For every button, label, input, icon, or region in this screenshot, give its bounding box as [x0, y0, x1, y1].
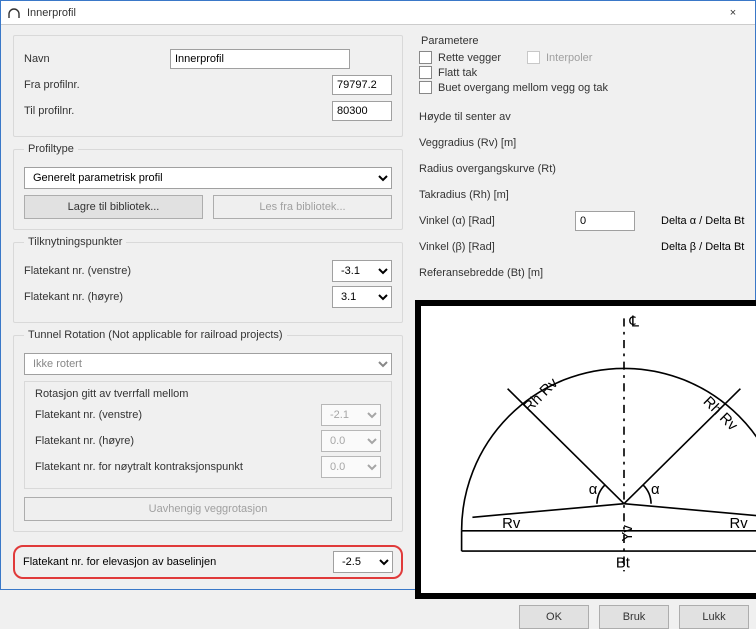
rotation-left-select: -2.1	[321, 404, 381, 426]
save-to-library-button[interactable]: Lagre til bibliotek...	[24, 195, 203, 219]
profiltype-group: Profiltype Generelt parametrisk profil L…	[13, 143, 403, 230]
name-label: Navn	[24, 53, 164, 65]
straight-walls-checkbox[interactable]	[419, 51, 432, 64]
attach-points-group: Tilknytningspunkter Flatekant nr. (venst…	[13, 236, 403, 323]
alpha-label: Vinkel (α) [Rad]	[419, 215, 569, 227]
rotation-group: Tunnel Rotation (Not applicable for rail…	[13, 329, 403, 532]
diagram-frame: ℄ Rh Rv Rh Rv α α Rv Rv Yv Bt	[415, 300, 756, 599]
rh-label: Takradius (Rh) [m]	[419, 189, 569, 201]
title-bar: Innerprofil ×	[1, 1, 755, 25]
to-profile-label: Til profilnr.	[24, 105, 164, 117]
apply-button[interactable]: Bruk	[599, 605, 669, 629]
height-center-label: Høyde til senter av	[419, 111, 569, 123]
rotation-neutral-select: 0.0	[321, 456, 381, 478]
attach-legend: Tilknytningspunkter	[24, 236, 126, 248]
independent-wall-rotation-button: Uavhengig veggrotasjon	[24, 497, 392, 521]
baseline-label: Flatekant nr. for elevasjon av baselinje…	[23, 556, 325, 568]
name-input[interactable]	[170, 49, 350, 69]
delta-beta-label: Delta β / Delta Bt	[661, 241, 756, 253]
straight-walls-label: Rette vegger	[438, 52, 501, 64]
svg-text:α: α	[589, 482, 598, 498]
tunnel-diagram: ℄ Rh Rv Rh Rv α α Rv Rv Yv Bt	[421, 306, 756, 593]
rotation-legend: Tunnel Rotation (Not applicable for rail…	[24, 329, 287, 341]
curved-transition-checkbox[interactable]	[419, 81, 432, 94]
alpha-input[interactable]	[575, 211, 635, 231]
curved-transition-label: Buet overgang mellom vegg og tak	[438, 82, 608, 94]
svg-text:Bt: Bt	[616, 555, 631, 571]
delta-alpha-label: Delta α / Delta Bt	[661, 215, 756, 227]
attach-right-select[interactable]: 3.1	[332, 286, 392, 308]
interpoler-label: Interpoler	[546, 52, 592, 64]
svg-text:℄: ℄	[628, 314, 639, 330]
svg-text:Rh Rv: Rh Rv	[521, 375, 562, 416]
rotation-subgroup: Rotasjon gitt av tverrfall mellom Flatek…	[24, 381, 392, 489]
svg-text:Rv: Rv	[730, 516, 749, 532]
baseline-elevation-row: Flatekant nr. for elevasjon av baselinje…	[13, 545, 403, 579]
profiltype-legend: Profiltype	[24, 143, 78, 155]
window-title: Innerprofil	[27, 7, 76, 19]
close-icon[interactable]: ×	[717, 7, 749, 19]
rotation-sub-label: Rotasjon gitt av tverrfall mellom	[35, 388, 381, 400]
name-group: Navn Fra profilnr. Til profilnr.	[13, 35, 403, 137]
ok-button[interactable]: OK	[519, 605, 589, 629]
svg-text:α: α	[651, 482, 660, 498]
parameters-heading: Parametere	[421, 35, 756, 47]
attach-left-label: Flatekant nr. (venstre)	[24, 265, 326, 277]
beta-label: Vinkel (β) [Rad]	[419, 241, 569, 253]
interpoler-checkbox	[527, 51, 540, 64]
svg-text:Yv: Yv	[620, 525, 636, 542]
rotation-right-label: Flatekant nr. (høyre)	[35, 435, 315, 447]
attach-right-label: Flatekant nr. (høyre)	[24, 291, 326, 303]
parameters-group: Parametere Rette vegger Interpoler Flatt…	[415, 35, 756, 294]
svg-text:Rv: Rv	[502, 516, 521, 532]
app-icon	[7, 6, 21, 20]
profiltype-select[interactable]: Generelt parametrisk profil	[24, 167, 392, 189]
attach-left-select[interactable]: -3.1	[332, 260, 392, 282]
rv-label: Veggradius (Rv) [m]	[419, 137, 569, 149]
to-profile-input[interactable]	[332, 101, 392, 121]
rotation-mode-select[interactable]: Ikke rotert	[24, 353, 392, 375]
flat-roof-checkbox[interactable]	[419, 66, 432, 79]
flat-roof-label: Flatt tak	[438, 67, 477, 79]
rotation-right-select: 0.0	[321, 430, 381, 452]
rotation-neutral-label: Flatekant nr. for nøytralt kontraksjonsp…	[35, 461, 315, 473]
baseline-select[interactable]: -2.5	[333, 551, 393, 573]
from-profile-input[interactable]	[332, 75, 392, 95]
close-button[interactable]: Lukk	[679, 605, 749, 629]
rt-label: Radius overgangskurve (Rt)	[419, 163, 569, 175]
from-profile-label: Fra profilnr.	[24, 79, 164, 91]
ref-width-label: Referansebredde (Bt) [m]	[419, 267, 569, 279]
read-from-library-button: Les fra bibliotek...	[213, 195, 392, 219]
rotation-left-label: Flatekant nr. (venstre)	[35, 409, 315, 421]
